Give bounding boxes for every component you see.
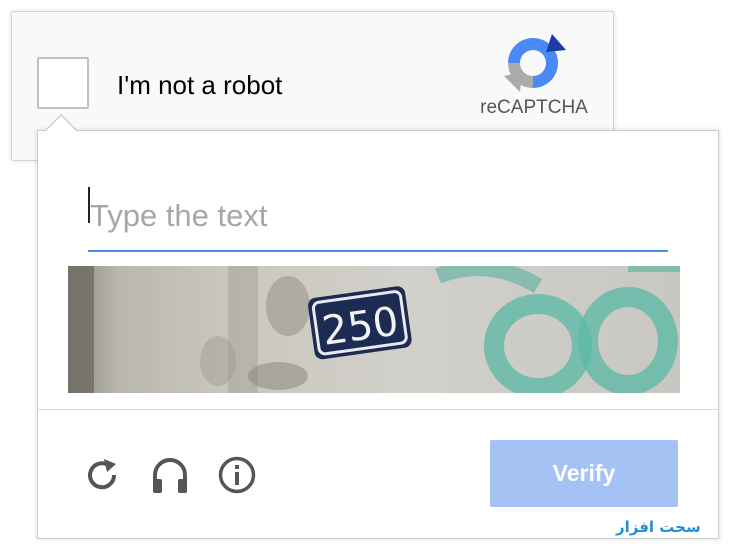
captcha-image: 250	[68, 266, 680, 393]
not-robot-label: I'm not a robot	[117, 70, 283, 100]
recaptcha-logo-icon	[504, 34, 566, 92]
captcha-text-input[interactable]	[88, 182, 668, 252]
footer-divider	[38, 409, 718, 410]
watermark: سحت افزار	[616, 516, 716, 540]
popup-arrow-fill	[46, 116, 76, 131]
headphones-icon[interactable]	[150, 455, 190, 495]
verify-button[interactable]: Verify	[490, 440, 678, 507]
text-cursor	[88, 187, 90, 223]
watermark-text: سحت افزار	[616, 518, 701, 536]
recaptcha-logo-text: reCAPTCHA	[480, 97, 588, 118]
reload-icon[interactable]	[82, 455, 122, 495]
info-icon[interactable]	[217, 455, 257, 495]
not-robot-checkbox[interactable]	[37, 57, 89, 109]
